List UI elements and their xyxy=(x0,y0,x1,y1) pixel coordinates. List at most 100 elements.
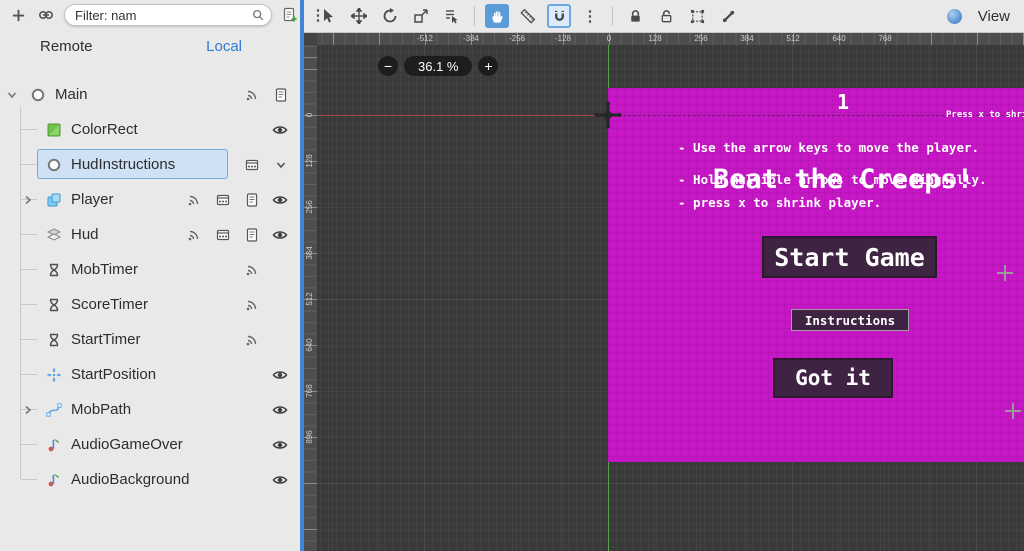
x-axis-line xyxy=(317,115,608,116)
visibility-eye-icon[interactable] xyxy=(272,227,288,243)
got-it-button[interactable]: Got it xyxy=(773,358,893,398)
update-spinner-icon xyxy=(943,4,967,28)
canvas-2d[interactable]: 1 Press x to shrin - Use the arrow keys … xyxy=(317,45,1024,551)
scale-icon xyxy=(414,9,428,23)
tab-local[interactable]: Local xyxy=(206,38,242,55)
node-position-gizmo[interactable] xyxy=(997,265,1013,281)
signal-icon[interactable] xyxy=(245,333,259,347)
visibility-eye-icon[interactable] xyxy=(272,367,288,383)
node-label: Player xyxy=(71,191,114,208)
ruler-label: 512 xyxy=(305,292,314,306)
move-tool-button[interactable] xyxy=(347,4,371,28)
view-menu-button[interactable]: View xyxy=(974,8,1014,25)
node-icon xyxy=(46,157,64,173)
group-icon[interactable] xyxy=(216,193,230,207)
filter-input-box[interactable] xyxy=(64,4,272,26)
signal-icon[interactable] xyxy=(187,228,201,242)
colorrect-icon xyxy=(46,122,64,138)
expand-arrow-icon[interactable] xyxy=(22,194,34,206)
signal-icon[interactable] xyxy=(245,263,259,277)
group-frame-icon xyxy=(690,9,704,23)
plus-icon xyxy=(12,9,24,21)
tree-row-starttimer[interactable]: StartTimer xyxy=(0,322,300,357)
add-node-button[interactable] xyxy=(8,5,28,25)
node-label: MobTimer xyxy=(71,261,138,278)
tree-row-colorrect[interactable]: ColorRect xyxy=(0,112,300,147)
visibility-eye-icon[interactable] xyxy=(272,192,288,208)
visibility-eye-icon[interactable] xyxy=(272,122,288,138)
rotate-tool-button[interactable] xyxy=(378,4,402,28)
tree-row-audiobackground[interactable]: AudioBackground xyxy=(0,462,300,497)
horizontal-ruler[interactable]: -512 -384 -256 -128 0 128 256 384 512 64… xyxy=(317,33,1024,45)
ruler-label: 896 xyxy=(305,430,314,444)
ruler-tool-button[interactable] xyxy=(516,4,540,28)
zoom-out-button[interactable]: − xyxy=(378,56,398,76)
scale-tool-button[interactable] xyxy=(409,4,433,28)
ruler-label: -128 xyxy=(554,34,572,43)
script-icon[interactable] xyxy=(274,87,288,102)
signal-icon[interactable] xyxy=(245,88,259,102)
list-select-tool-button[interactable] xyxy=(440,4,464,28)
instructions-button[interactable]: Instructions xyxy=(791,309,909,331)
attach-script-button[interactable] xyxy=(280,5,300,25)
tree-row-scoretimer[interactable]: ScoreTimer xyxy=(0,287,300,322)
visibility-eye-icon[interactable] xyxy=(272,472,288,488)
start-game-button[interactable]: Start Game xyxy=(762,236,937,278)
zoom-level-label[interactable]: 36.1 % xyxy=(404,56,473,76)
group-selection-button[interactable] xyxy=(685,4,709,28)
scene-menu-button[interactable]: ⋮ xyxy=(308,5,328,25)
list-cursor-icon xyxy=(446,10,458,24)
tree-row-startposition[interactable]: StartPosition xyxy=(0,357,300,392)
hand-icon xyxy=(491,10,503,23)
signal-icon[interactable] xyxy=(187,193,201,207)
collapse-arrow-icon[interactable] xyxy=(6,89,18,101)
zoom-in-button[interactable]: + xyxy=(478,56,499,76)
game-colorrect[interactable]: 1 Press x to shrin - Use the arrow keys … xyxy=(608,88,1024,462)
signal-icon[interactable] xyxy=(245,298,259,312)
tree-row-mobpath[interactable]: MobPath xyxy=(0,392,300,427)
tree-row-player[interactable]: Player xyxy=(0,182,300,217)
visibility-eye-icon[interactable] xyxy=(272,437,288,453)
ruler-corner xyxy=(304,33,317,45)
tree-row-hudinstructions[interactable]: HudInstructions xyxy=(0,147,300,182)
game-title: Beat the Creeps! xyxy=(712,164,974,195)
lock-button[interactable] xyxy=(623,4,647,28)
group-icon[interactable] xyxy=(245,158,259,172)
scene-tree: Main ColorRect HudInstructions Player Hu… xyxy=(0,64,300,551)
snap-toggle-button[interactable] xyxy=(547,4,571,28)
visibility-eye-icon[interactable] xyxy=(272,402,288,418)
ruler-label: 128 xyxy=(648,34,662,43)
node-label: HudInstructions xyxy=(71,156,176,173)
ruler-label: 640 xyxy=(832,34,846,43)
script-icon[interactable] xyxy=(245,227,259,242)
unlock-button[interactable] xyxy=(654,4,678,28)
ruler-icon xyxy=(520,8,536,24)
instance-scene-button[interactable] xyxy=(36,5,56,25)
timer-icon xyxy=(46,262,64,278)
tree-row-main[interactable]: Main xyxy=(0,77,300,112)
group-icon[interactable] xyxy=(216,228,230,242)
tree-row-mobtimer[interactable]: MobTimer xyxy=(0,252,300,287)
search-icon xyxy=(252,9,264,21)
chevron-down-icon[interactable] xyxy=(274,158,288,172)
origin-crosshair-gizmo[interactable] xyxy=(594,101,622,129)
node-position-gizmo[interactable] xyxy=(1005,403,1021,419)
vertical-ruler[interactable]: 0 128 256 384 512 640 768 896 xyxy=(304,33,317,551)
tree-row-hud[interactable]: Hud xyxy=(0,217,300,252)
script-icon[interactable] xyxy=(245,192,259,207)
snap-options-button[interactable]: ⋮ xyxy=(578,4,602,28)
tree-row-audiogameover[interactable]: AudioGameOver xyxy=(0,427,300,462)
instruction-line-1: - Use the arrow keys to move the player. xyxy=(678,140,980,155)
tab-remote[interactable]: Remote xyxy=(40,38,93,55)
dock-splitter[interactable] xyxy=(300,0,304,551)
expand-arrow-icon[interactable] xyxy=(22,404,34,416)
node-label: AudioBackground xyxy=(71,471,190,488)
node-label: Main xyxy=(55,86,88,103)
area2d-icon xyxy=(46,192,64,208)
skeleton-button[interactable] xyxy=(716,4,740,28)
pan-tool-button[interactable] xyxy=(485,4,509,28)
node-label: Hud xyxy=(71,226,99,243)
ruler-label: 256 xyxy=(305,200,314,214)
filter-input[interactable] xyxy=(75,7,251,23)
scene-dock: ⋮ Remote Local Main ColorRect xyxy=(0,0,326,551)
